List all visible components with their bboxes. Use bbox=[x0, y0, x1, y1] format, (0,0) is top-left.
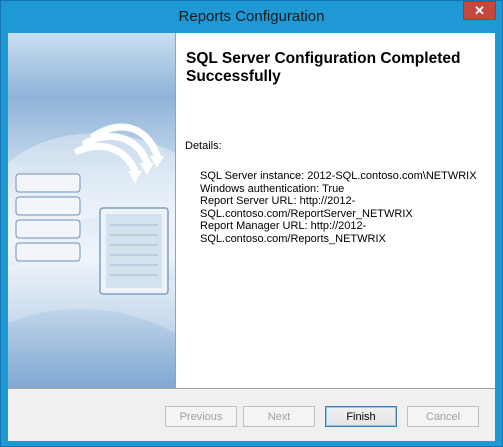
details-text: SQL Server instance: 2012-SQL.contoso.co… bbox=[200, 170, 490, 245]
wizard-content-panel: SQL Server Configuration Completed Succe… bbox=[176, 33, 495, 388]
details-line: Report Server URL: http://2012- bbox=[200, 195, 356, 207]
dialog-client-area: SQL Server Configuration Completed Succe… bbox=[8, 33, 495, 441]
details-label: Details: bbox=[185, 140, 222, 152]
wizard-illustration-panel bbox=[8, 33, 175, 388]
details-line: Windows authentication: True bbox=[200, 182, 345, 195]
dialog-window: Reports Configuration ✕ SQL Server Confi… bbox=[0, 0, 503, 447]
close-button[interactable]: ✕ bbox=[463, 1, 496, 20]
previous-button[interactable]: Previous bbox=[165, 406, 237, 427]
database-to-report-graphic bbox=[8, 123, 175, 333]
finish-button[interactable]: Finish bbox=[325, 406, 397, 427]
window-title: Reports Configuration bbox=[178, 8, 325, 25]
details-line: SQL.contoso.com/ReportServer_NETWRIX bbox=[200, 207, 413, 220]
details-line: SQL.contoso.com/Reports_NETWRIX bbox=[200, 232, 386, 245]
page-heading: SQL Server Configuration Completed Succe… bbox=[186, 50, 461, 85]
title-bar[interactable]: Reports Configuration ✕ bbox=[1, 1, 502, 33]
details-line: Report Manager URL: http://2012- bbox=[200, 220, 367, 232]
next-button[interactable]: Next bbox=[243, 406, 315, 427]
details-line: SQL Server instance: 2012-SQL.contoso.co… bbox=[200, 170, 477, 182]
cancel-button[interactable]: Cancel bbox=[407, 406, 479, 427]
button-bar-separator bbox=[8, 388, 495, 389]
close-icon: ✕ bbox=[474, 3, 485, 18]
